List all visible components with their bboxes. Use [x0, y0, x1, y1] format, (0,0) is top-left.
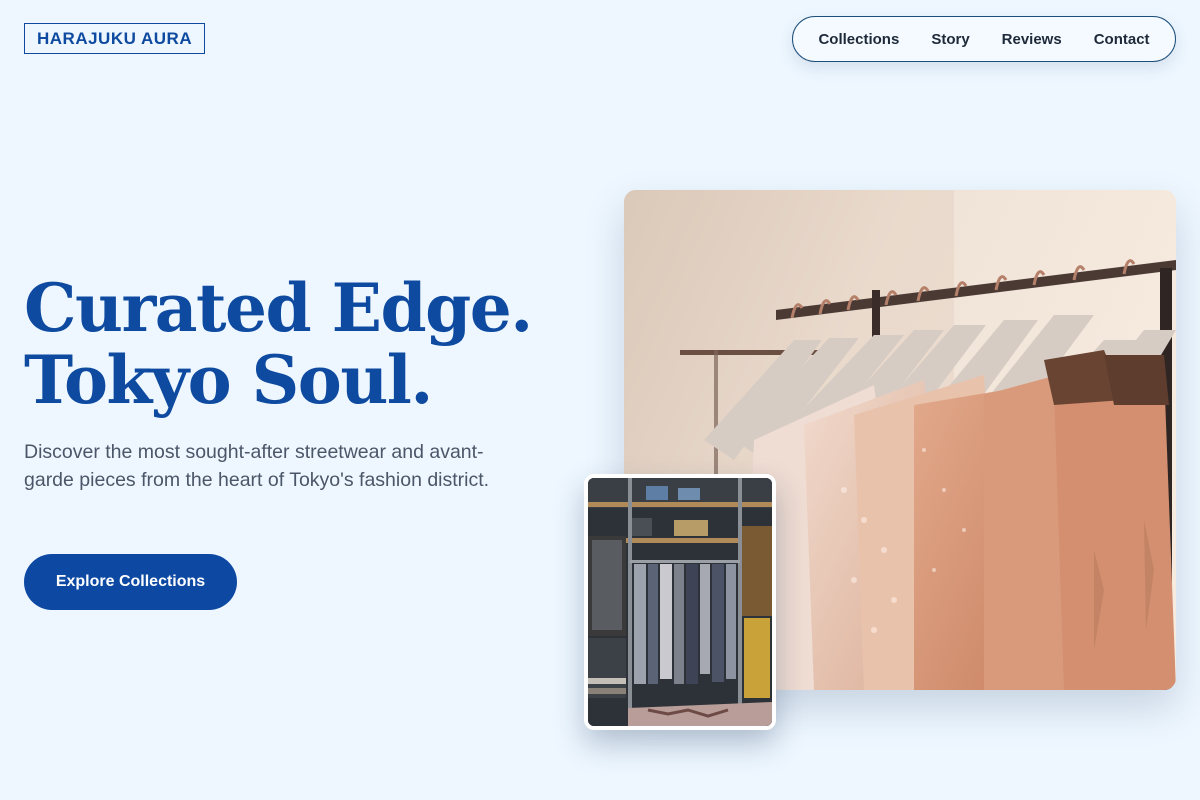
nav-link-reviews[interactable]: Reviews: [1002, 31, 1062, 48]
nav-link-story[interactable]: Story: [931, 31, 969, 48]
hero-description: Discover the most sought-after streetwea…: [24, 441, 490, 491]
explore-collections-button[interactable]: Explore Collections: [24, 554, 237, 610]
hero-inset-image: [584, 474, 776, 730]
brand-logo[interactable]: HARAJUKU AURA: [24, 23, 206, 54]
nav-link-contact[interactable]: Contact: [1094, 31, 1150, 48]
hero-headline-line-1: Curated Edge.: [24, 269, 533, 347]
nav-link-collections[interactable]: Collections: [818, 31, 899, 48]
main-nav: Collections Story Reviews Contact: [792, 16, 1176, 62]
hero-headline-line-2: Tokyo Soul.: [24, 341, 433, 419]
hero-headline: Curated Edge. Tokyo Soul.: [24, 269, 533, 419]
